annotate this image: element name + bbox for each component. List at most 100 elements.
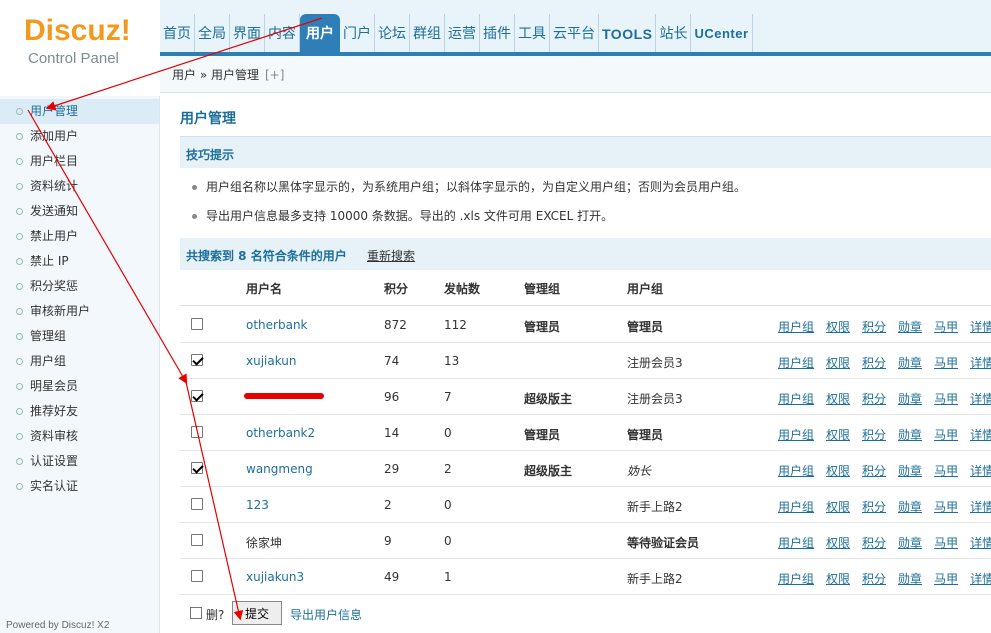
action-link[interactable]: 用户组 — [778, 390, 814, 407]
nav-tab[interactable]: 用户 — [300, 14, 340, 52]
action-link[interactable]: 积分 — [862, 570, 886, 587]
action-link[interactable]: 马甲 — [934, 462, 958, 479]
add-shortcut-button[interactable]: [+] — [265, 68, 284, 82]
action-link[interactable]: 积分 — [862, 462, 886, 479]
username-link[interactable]: wangmeng — [246, 462, 313, 476]
username-link[interactable]: 徐家坤 — [246, 534, 282, 551]
action-link[interactable]: 马甲 — [934, 354, 958, 371]
row-checkbox[interactable] — [191, 534, 203, 546]
action-link[interactable]: 勋章 — [898, 354, 922, 371]
username-link[interactable]: otherbank2 — [246, 426, 315, 440]
action-link[interactable]: 马甲 — [934, 570, 958, 587]
nav-tab[interactable]: UCenter — [691, 14, 753, 52]
action-link[interactable]: 勋章 — [898, 498, 922, 515]
nav-tab[interactable]: 界面 — [230, 14, 265, 52]
sidebar-item[interactable]: 明星会员 — [0, 374, 159, 399]
sidebar-item[interactable]: 资料审核 — [0, 424, 159, 449]
action-link[interactable]: 权限 — [826, 318, 850, 335]
action-link[interactable]: 用户组 — [778, 570, 814, 587]
action-link[interactable]: 积分 — [862, 426, 886, 443]
action-link[interactable]: 权限 — [826, 390, 850, 407]
nav-tab[interactable]: TOOLS — [599, 14, 657, 52]
action-link[interactable]: 马甲 — [934, 390, 958, 407]
nav-tab[interactable]: 工具 — [515, 14, 550, 52]
action-link[interactable]: 积分 — [862, 354, 886, 371]
research-link[interactable]: 重新搜索 — [367, 247, 415, 264]
sidebar-item[interactable]: 实名认证 — [0, 474, 159, 499]
nav-tab[interactable]: 站长 — [656, 14, 692, 52]
action-link[interactable]: 详情 — [970, 462, 991, 479]
action-link[interactable]: 马甲 — [934, 426, 958, 443]
nav-tab[interactable]: 全局 — [195, 14, 230, 52]
sidebar-item[interactable]: 添加用户 — [0, 124, 159, 149]
sidebar-item[interactable]: 禁止用户 — [0, 224, 159, 249]
tip-item: 用户组名称以黑体字显示的，为系统用户组；以斜体字显示的，为自定义用户组；否则为会… — [192, 178, 746, 195]
action-link[interactable]: 勋章 — [898, 462, 922, 479]
row-checkbox[interactable] — [191, 426, 203, 438]
action-link[interactable]: 权限 — [826, 462, 850, 479]
action-link[interactable]: 详情 — [970, 354, 991, 371]
action-link[interactable]: 用户组 — [778, 534, 814, 551]
action-link[interactable]: 马甲 — [934, 498, 958, 515]
action-link[interactable]: 勋章 — [898, 534, 922, 551]
action-link[interactable]: 权限 — [826, 354, 850, 371]
nav-tab[interactable]: 内容 — [265, 14, 300, 52]
sidebar-item[interactable]: 积分奖惩 — [0, 274, 159, 299]
action-link[interactable]: 用户组 — [778, 498, 814, 515]
sidebar-item[interactable]: 审核新用户 — [0, 299, 159, 324]
sidebar-item[interactable]: 管理组 — [0, 324, 159, 349]
action-link[interactable]: 勋章 — [898, 570, 922, 587]
action-link[interactable]: 用户组 — [778, 318, 814, 335]
nav-tab[interactable]: 门户 — [340, 14, 375, 52]
sidebar-item[interactable]: 禁止 IP — [0, 249, 159, 274]
sidebar-item[interactable]: 认证设置 — [0, 449, 159, 474]
action-link[interactable]: 用户组 — [778, 354, 814, 371]
sidebar-item[interactable]: 资料统计 — [0, 174, 159, 199]
nav-tab[interactable]: 群组 — [410, 14, 445, 52]
action-link[interactable]: 勋章 — [898, 426, 922, 443]
nav-tab[interactable]: 插件 — [480, 14, 515, 52]
action-link[interactable]: 详情 — [970, 390, 991, 407]
action-link[interactable]: 详情 — [970, 570, 991, 587]
action-link[interactable]: 权限 — [826, 534, 850, 551]
submit-button[interactable]: 提交 — [232, 601, 282, 625]
username-link[interactable]: otherbank — [246, 318, 308, 332]
row-checkbox[interactable] — [191, 462, 203, 474]
nav-tab[interactable]: 运营 — [445, 14, 480, 52]
nav-tab[interactable]: 论坛 — [375, 14, 410, 52]
sidebar-item[interactable]: 发送通知 — [0, 199, 159, 224]
nav-tab[interactable]: 首页 — [160, 14, 195, 52]
action-link[interactable]: 积分 — [862, 390, 886, 407]
row-checkbox[interactable] — [191, 498, 203, 510]
action-link[interactable]: 用户组 — [778, 426, 814, 443]
action-link[interactable]: 积分 — [862, 534, 886, 551]
action-link[interactable]: 积分 — [862, 498, 886, 515]
action-link[interactable]: 权限 — [826, 426, 850, 443]
action-link[interactable]: 权限 — [826, 498, 850, 515]
row-checkbox[interactable] — [191, 354, 203, 366]
sidebar-item[interactable]: 用户栏目 — [0, 149, 159, 174]
action-link[interactable]: 勋章 — [898, 390, 922, 407]
action-link[interactable]: 积分 — [862, 318, 886, 335]
sidebar-item[interactable]: 用户管理 — [0, 99, 159, 124]
row-checkbox[interactable] — [191, 390, 203, 402]
nav-tab[interactable]: 云平台 — [550, 14, 599, 52]
action-link[interactable]: 详情 — [970, 534, 991, 551]
action-link[interactable]: 勋章 — [898, 318, 922, 335]
sidebar-item[interactable]: 推荐好友 — [0, 399, 159, 424]
username-link[interactable]: xujiakun3 — [246, 570, 304, 584]
action-link[interactable]: 用户组 — [778, 462, 814, 479]
export-users-link[interactable]: 导出用户信息 — [290, 606, 362, 623]
delete-checkbox[interactable] — [190, 607, 202, 619]
action-link[interactable]: 马甲 — [934, 534, 958, 551]
row-checkbox[interactable] — [191, 318, 203, 330]
action-link[interactable]: 详情 — [970, 498, 991, 515]
action-link[interactable]: 详情 — [970, 318, 991, 335]
action-link[interactable]: 马甲 — [934, 318, 958, 335]
username-link[interactable]: 123 — [246, 498, 269, 512]
action-link[interactable]: 详情 — [970, 426, 991, 443]
sidebar-item[interactable]: 用户组 — [0, 349, 159, 374]
username-link[interactable]: xujiakun — [246, 354, 297, 368]
row-checkbox[interactable] — [191, 570, 203, 582]
action-link[interactable]: 权限 — [826, 570, 850, 587]
